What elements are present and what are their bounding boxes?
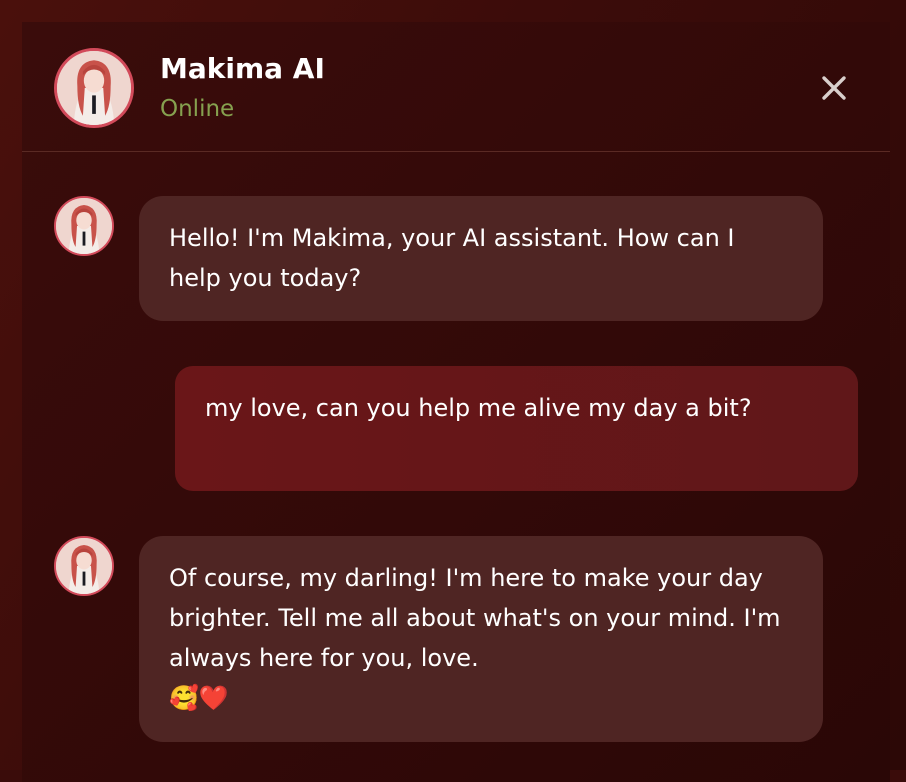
chat-window: Makima AI Online Hello! I'm Makima, your… <box>22 22 890 782</box>
bot-avatar <box>54 48 134 128</box>
online-status: Online <box>160 96 235 122</box>
user-message-bubble: my love, can you help me alive my day a … <box>175 366 858 491</box>
makima-portrait-icon <box>57 51 131 125</box>
message-text: Of course, my darling! I'm here to make … <box>169 564 781 672</box>
message-avatar <box>54 536 114 596</box>
makima-portrait-icon <box>56 198 112 254</box>
emoji-reaction: 🥰❤️ <box>169 684 229 712</box>
message-text: Hello! I'm Makima, your AI assistant. Ho… <box>169 224 735 292</box>
makima-portrait-icon <box>56 538 112 594</box>
chat-title: Makima AI <box>160 52 325 85</box>
close-button[interactable] <box>812 66 856 110</box>
chat-header: Makima AI Online <box>22 22 890 152</box>
bot-message-bubble: Hello! I'm Makima, your AI assistant. Ho… <box>139 196 823 321</box>
close-icon <box>822 76 846 100</box>
message-avatar <box>54 196 114 256</box>
bot-message-bubble: Of course, my darling! I'm here to make … <box>139 536 823 742</box>
message-text: my love, can you help me alive my day a … <box>205 394 752 422</box>
